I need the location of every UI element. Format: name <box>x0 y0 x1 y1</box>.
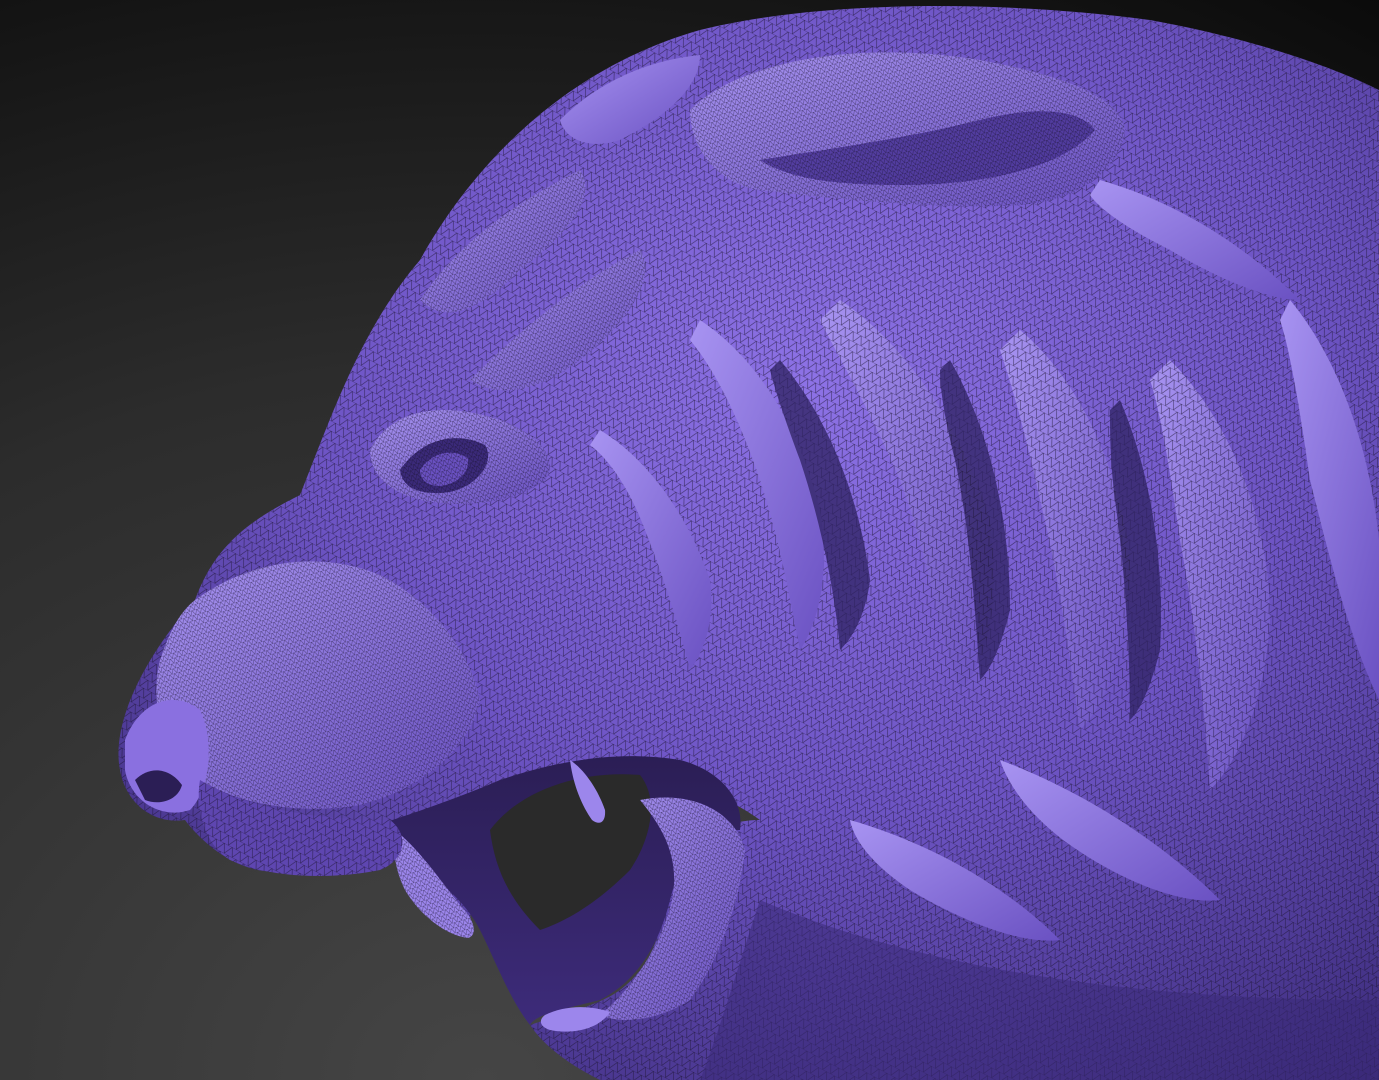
3d-viewport[interactable] <box>0 0 1379 1080</box>
tiger-head-model[interactable] <box>0 0 1379 1080</box>
